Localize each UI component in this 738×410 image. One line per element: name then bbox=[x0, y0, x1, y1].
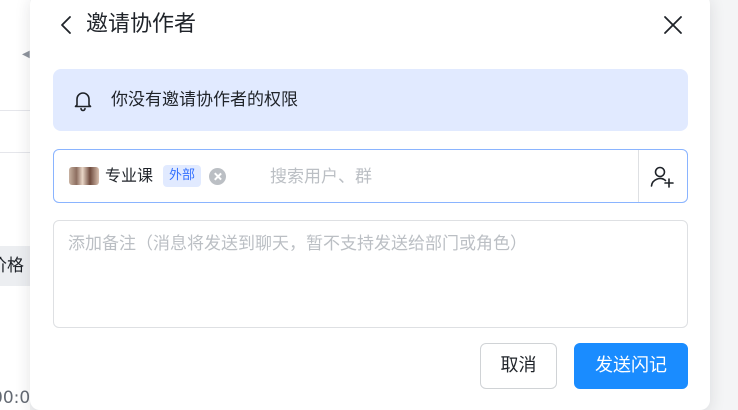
dialog-title: 邀请协作者 bbox=[86, 12, 197, 37]
background-divider bbox=[0, 152, 30, 153]
selected-chip: 专业课 外部 bbox=[69, 161, 227, 191]
background-panel bbox=[0, 0, 30, 410]
search-input[interactable] bbox=[270, 162, 610, 192]
collapse-arrow-icon: ◀ bbox=[22, 49, 30, 60]
external-badge: 外部 bbox=[163, 165, 202, 187]
close-icon bbox=[664, 16, 682, 34]
cancel-button[interactable]: 取消 bbox=[480, 343, 557, 389]
group-avatar bbox=[69, 167, 99, 185]
add-user-button[interactable] bbox=[648, 163, 676, 191]
bell-icon bbox=[74, 92, 92, 112]
background-panel-right bbox=[710, 0, 738, 410]
note-field[interactable] bbox=[53, 220, 688, 328]
dialog-header: 邀请协作者 bbox=[30, 0, 710, 50]
add-user-icon bbox=[650, 166, 674, 188]
collaborator-picker[interactable]: 专业课 外部 bbox=[53, 149, 688, 203]
back-button[interactable] bbox=[54, 12, 80, 38]
background-timestamp: 00:00 bbox=[0, 388, 30, 408]
note-textarea[interactable] bbox=[68, 231, 673, 319]
invite-collaborators-dialog: 邀请协作者 你没有邀请协作者的权限 专业课 外部 搜索用户、群 添加备注（消息将… bbox=[30, 0, 710, 410]
picker-divider bbox=[638, 150, 639, 202]
remove-chip-icon[interactable] bbox=[209, 167, 227, 185]
chevron-left-icon bbox=[61, 16, 71, 34]
permission-notice: 你没有邀请协作者的权限 bbox=[53, 69, 688, 131]
close-button[interactable] bbox=[660, 12, 686, 38]
notice-text: 你没有邀请协作者的权限 bbox=[111, 90, 298, 110]
chip-name: 专业课 bbox=[105, 166, 154, 185]
background-divider bbox=[0, 110, 30, 111]
background-table-cell: 价格 bbox=[0, 246, 30, 286]
send-button[interactable]: 发送闪记 bbox=[574, 343, 688, 389]
